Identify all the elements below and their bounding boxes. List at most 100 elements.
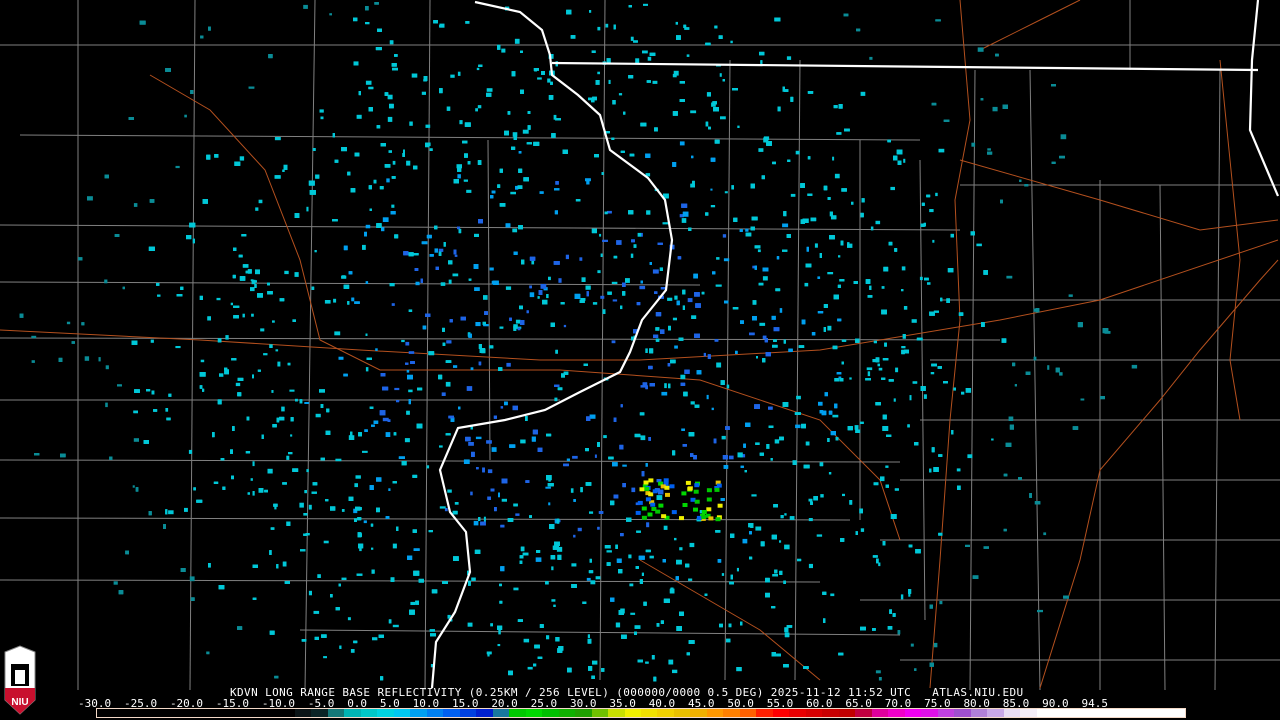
radar-echo xyxy=(594,154,599,158)
radar-echo xyxy=(838,104,843,109)
radar-echo xyxy=(720,380,725,385)
radar-echo xyxy=(553,261,560,265)
radar-echo xyxy=(163,524,166,529)
radar-echo xyxy=(330,594,333,598)
radar-echo xyxy=(392,160,396,165)
radar-echo xyxy=(458,406,461,410)
radar-echo xyxy=(649,348,654,354)
radar-echo xyxy=(538,290,543,295)
radar-echo xyxy=(542,299,548,305)
radar-echo xyxy=(321,634,327,638)
radar-echo xyxy=(723,258,730,262)
color-bar-segment xyxy=(1102,709,1120,717)
radar-echo xyxy=(655,312,662,317)
radar-echo xyxy=(680,382,686,386)
radar-echo xyxy=(636,530,641,533)
radar-echo xyxy=(368,107,373,112)
radar-echo xyxy=(630,253,634,258)
radar-echo xyxy=(878,677,882,681)
radar-echo xyxy=(477,105,482,109)
color-bar-segment xyxy=(278,709,295,717)
radar-echo xyxy=(566,9,572,15)
radar-echo xyxy=(452,273,459,277)
radar-echo xyxy=(1014,384,1017,387)
radar-echo xyxy=(681,203,688,208)
radar-echo xyxy=(258,199,263,204)
radar-echo xyxy=(803,666,809,669)
radar-echo xyxy=(766,141,772,146)
radar-echo xyxy=(859,508,863,514)
color-bar-segment xyxy=(624,709,641,717)
radar-echo xyxy=(473,264,479,269)
radar-echo xyxy=(754,265,757,270)
radar-echo xyxy=(656,495,663,500)
radar-echo xyxy=(512,228,518,233)
color-bar-segment xyxy=(1168,709,1185,717)
radar-echo xyxy=(166,417,171,421)
radar-echo xyxy=(402,153,405,157)
radar-echo xyxy=(940,297,943,302)
radar-echo xyxy=(539,191,544,194)
radar-echo xyxy=(679,81,685,84)
radar-echo xyxy=(749,556,753,560)
radar-echo xyxy=(551,133,556,138)
radar-echo xyxy=(860,528,865,532)
radar-echo xyxy=(533,141,540,146)
radar-echo xyxy=(391,204,395,208)
radar-echo xyxy=(445,433,451,436)
radar-echo xyxy=(706,394,709,400)
radar-echo xyxy=(732,307,739,310)
radar-echo xyxy=(303,4,308,9)
radar-echo xyxy=(501,478,508,484)
radar-echo xyxy=(755,526,762,531)
radar-echo xyxy=(392,624,399,628)
radar-echo xyxy=(688,640,695,644)
radar-echo xyxy=(588,570,594,574)
radar-echo xyxy=(537,447,543,452)
radar-echo xyxy=(546,635,550,640)
radar-echo xyxy=(483,295,488,300)
radar-echo xyxy=(869,56,873,60)
radar-echo xyxy=(378,634,384,638)
radar-echo xyxy=(855,338,860,343)
radar-echo xyxy=(387,419,391,422)
radar-echo xyxy=(529,285,532,289)
radar-echo xyxy=(696,370,702,375)
radar-echo xyxy=(901,349,905,355)
radar-echo xyxy=(420,278,423,283)
radar-echo xyxy=(464,122,471,127)
radar-echo xyxy=(380,676,384,681)
radar-echo xyxy=(486,88,493,92)
radar-echo xyxy=(289,389,295,392)
radar-echo xyxy=(270,527,275,530)
radar-echo xyxy=(827,272,834,275)
radar-echo xyxy=(500,406,504,409)
radar-echo xyxy=(881,286,885,289)
radar-echo xyxy=(504,401,508,406)
radar-echo xyxy=(790,193,796,197)
radar-echo xyxy=(477,160,482,165)
radar-echo xyxy=(408,309,413,312)
radar-echo xyxy=(468,580,471,586)
radar-echo xyxy=(639,412,645,416)
radar-echo xyxy=(777,106,781,112)
radar-echo xyxy=(156,283,160,286)
radar-echo xyxy=(683,391,688,397)
radar-echo xyxy=(326,408,330,413)
radar-echo xyxy=(839,279,845,282)
radar-echo xyxy=(509,444,516,448)
color-bar-segment xyxy=(558,709,576,717)
radar-echo xyxy=(833,294,839,300)
radar-echo xyxy=(511,71,516,77)
radar-echo-strong xyxy=(661,514,667,519)
radar-echo xyxy=(784,513,787,516)
radar-echo xyxy=(468,278,472,281)
radar-echo xyxy=(392,67,398,71)
radar-echo xyxy=(403,251,409,256)
radar-echo xyxy=(612,100,616,105)
radar-echo xyxy=(737,452,743,458)
color-bar-segment xyxy=(360,709,378,717)
radar-echo xyxy=(953,387,956,391)
radar-map xyxy=(0,0,1280,691)
radar-echo xyxy=(597,26,601,31)
